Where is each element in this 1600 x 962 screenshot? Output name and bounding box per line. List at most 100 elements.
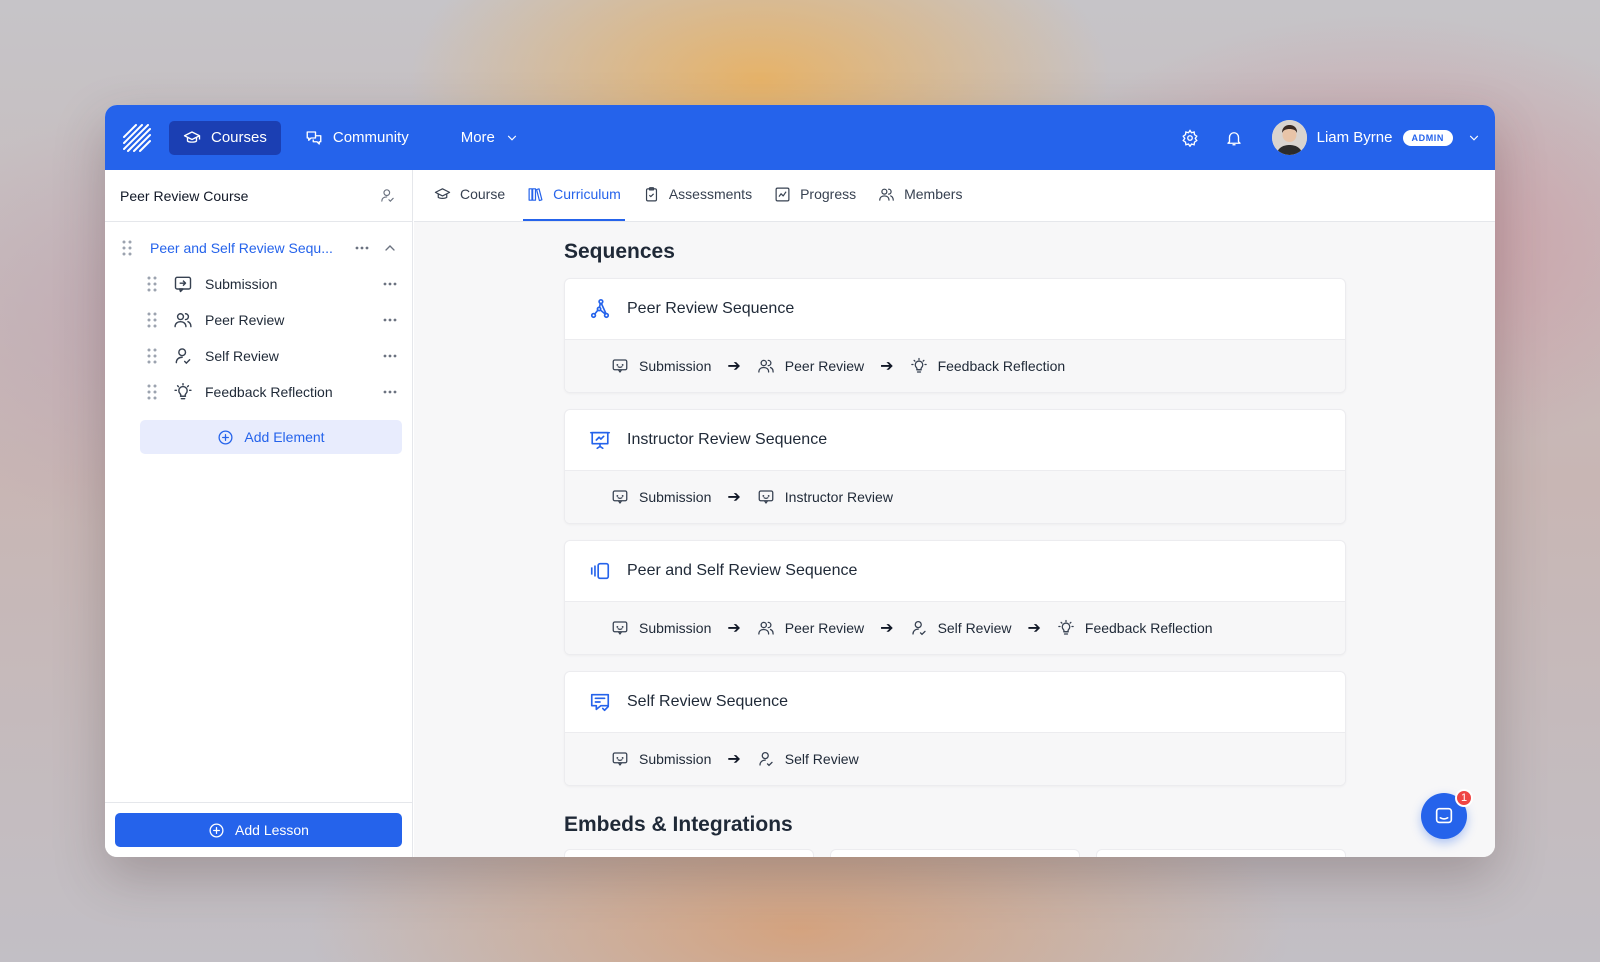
- course-title: Peer Review Course: [120, 187, 249, 204]
- user-menu[interactable]: Liam Byrne ADMIN: [1271, 120, 1481, 155]
- books-icon: [528, 187, 543, 201]
- sidebar-header: Peer Review Course: [105, 170, 412, 222]
- avatar: [1271, 120, 1307, 155]
- sequence-step: Instructor Review: [757, 488, 893, 506]
- sequence-header[interactable]: Self Review Sequence: [565, 672, 1345, 733]
- users-icon: [758, 621, 774, 635]
- embed-card[interactable]: [830, 849, 1080, 857]
- add-element-label: Add Element: [244, 429, 325, 445]
- tab-members[interactable]: Members: [874, 170, 966, 221]
- message-check-icon: [590, 693, 610, 712]
- lesson-row[interactable]: Peer and Self Review Sequ...: [105, 230, 412, 266]
- step-label: Self Review: [784, 751, 859, 767]
- sequence-steps: Submission ➔ Instructor Review: [565, 471, 1345, 523]
- add-element-button[interactable]: Add Element: [140, 420, 402, 454]
- lesson-element-label: Feedback Reflection: [205, 384, 333, 400]
- plus-circle-icon: [218, 429, 233, 445]
- more-options-icon[interactable]: [382, 348, 398, 364]
- chat-bubbles-icon: [306, 130, 322, 145]
- step-label: Feedback Reflection: [937, 358, 1066, 374]
- users-icon: [879, 188, 894, 201]
- app-window: Courses Community More Liam Byrne ADMIN …: [105, 105, 1495, 857]
- bell-icon: [1226, 131, 1241, 145]
- arrow-right-icon: ➔: [727, 358, 741, 375]
- chat-box-icon: [612, 359, 628, 373]
- sequence-name: Instructor Review Sequence: [627, 431, 828, 448]
- nav-more-label: More: [460, 129, 495, 146]
- presentation-icon: [590, 431, 610, 450]
- submission-icon: [174, 276, 192, 293]
- sequence-header[interactable]: Peer and Self Review Sequence: [565, 541, 1345, 602]
- sequence-card[interactable]: Peer and Self Review Sequence Submission…: [564, 540, 1346, 655]
- add-lesson-label: Add Lesson: [235, 822, 309, 838]
- stripes-logo-icon[interactable]: [123, 123, 151, 152]
- settings-button[interactable]: [1170, 118, 1210, 158]
- sequence-steps: Submission ➔ Self Review: [565, 733, 1345, 785]
- nav-courses-button[interactable]: Courses: [169, 120, 281, 155]
- chat-box-icon: [612, 621, 628, 635]
- drag-handle-icon[interactable]: [147, 348, 157, 364]
- sequence-name: Self Review Sequence: [627, 693, 788, 710]
- sequence-name: Peer Review Sequence: [627, 300, 795, 317]
- lesson-element-peer-review[interactable]: Peer Review: [105, 302, 412, 338]
- chevron-down-icon: [507, 135, 516, 141]
- sequences-heading: Sequences: [564, 240, 675, 263]
- tab-progress[interactable]: Progress: [770, 170, 860, 221]
- nav-more-button[interactable]: More: [447, 121, 533, 155]
- lesson-element-feedback-reflection[interactable]: Feedback Reflection: [105, 374, 412, 410]
- embeds-grid: [564, 849, 1346, 857]
- lesson-element-self-review[interactable]: Self Review: [105, 338, 412, 374]
- topbar-right-actions: Liam Byrne ADMIN: [1170, 105, 1481, 170]
- chevron-down-icon: [1469, 135, 1479, 141]
- sequence-card[interactable]: Instructor Review Sequence Submission ➔ …: [564, 409, 1346, 524]
- sequence-card[interactable]: Peer Review Sequence Submission ➔ Peer R…: [564, 278, 1346, 393]
- tab-course[interactable]: Course: [430, 170, 509, 221]
- lesson-element-submission[interactable]: Submission: [105, 266, 412, 302]
- more-options-icon[interactable]: [382, 384, 398, 400]
- drag-handle-icon[interactable]: [122, 240, 132, 256]
- arrow-right-icon: ➔: [727, 620, 741, 637]
- user-name: Liam Byrne: [1316, 129, 1393, 146]
- more-options-icon[interactable]: [382, 312, 398, 328]
- chat-box-icon: [758, 490, 774, 504]
- notifications-button[interactable]: [1214, 118, 1254, 158]
- unread-count-badge: 1: [1455, 789, 1473, 807]
- course-tabs: Course Curriculum Assessments Progress M…: [414, 170, 1495, 222]
- more-options-icon[interactable]: [354, 240, 370, 256]
- sequence-card[interactable]: Self Review Sequence Submission ➔ Self R…: [564, 671, 1346, 786]
- lightbulb-icon: [1058, 619, 1074, 635]
- graduation-cap-icon: [183, 130, 201, 143]
- arrow-right-icon: ➔: [880, 358, 894, 375]
- user-settings-icon[interactable]: [379, 187, 396, 204]
- tab-assessments[interactable]: Assessments: [639, 170, 756, 221]
- sequence-step: Feedback Reflection: [910, 357, 1066, 375]
- chat-launcher-button[interactable]: 1: [1421, 789, 1473, 839]
- lesson-title[interactable]: Peer and Self Review Sequ...: [150, 240, 354, 256]
- sequence-header[interactable]: Peer Review Sequence: [565, 279, 1345, 340]
- lesson-element-label: Submission: [205, 276, 278, 292]
- sequence-step: Self Review: [910, 619, 1011, 637]
- embed-card[interactable]: [564, 849, 814, 857]
- lesson-element-label: Self Review: [205, 348, 279, 364]
- sequence-header[interactable]: Instructor Review Sequence: [565, 410, 1345, 471]
- users-icon: [174, 313, 192, 328]
- step-label: Submission: [639, 358, 712, 374]
- chevron-up-icon[interactable]: [382, 240, 398, 256]
- step-label: Submission: [639, 489, 712, 505]
- drag-handle-icon[interactable]: [147, 384, 157, 400]
- add-lesson-button[interactable]: Add Lesson: [115, 813, 402, 847]
- more-options-icon[interactable]: [382, 276, 398, 292]
- sequence-step: Submission: [611, 357, 711, 375]
- drag-handle-icon[interactable]: [147, 312, 157, 328]
- gear-icon: [1181, 128, 1198, 147]
- tab-label: Curriculum: [553, 186, 621, 202]
- arrow-right-icon: ➔: [727, 489, 741, 506]
- embed-card[interactable]: [1096, 849, 1346, 857]
- tab-curriculum[interactable]: Curriculum: [523, 170, 625, 221]
- sequence-step: Submission: [611, 488, 711, 506]
- sequence-step: Self Review: [757, 750, 859, 768]
- user-check-icon: [759, 751, 773, 767]
- nav-community-button[interactable]: Community: [291, 121, 423, 155]
- lesson-element-label: Peer Review: [205, 312, 285, 328]
- drag-handle-icon[interactable]: [147, 276, 157, 292]
